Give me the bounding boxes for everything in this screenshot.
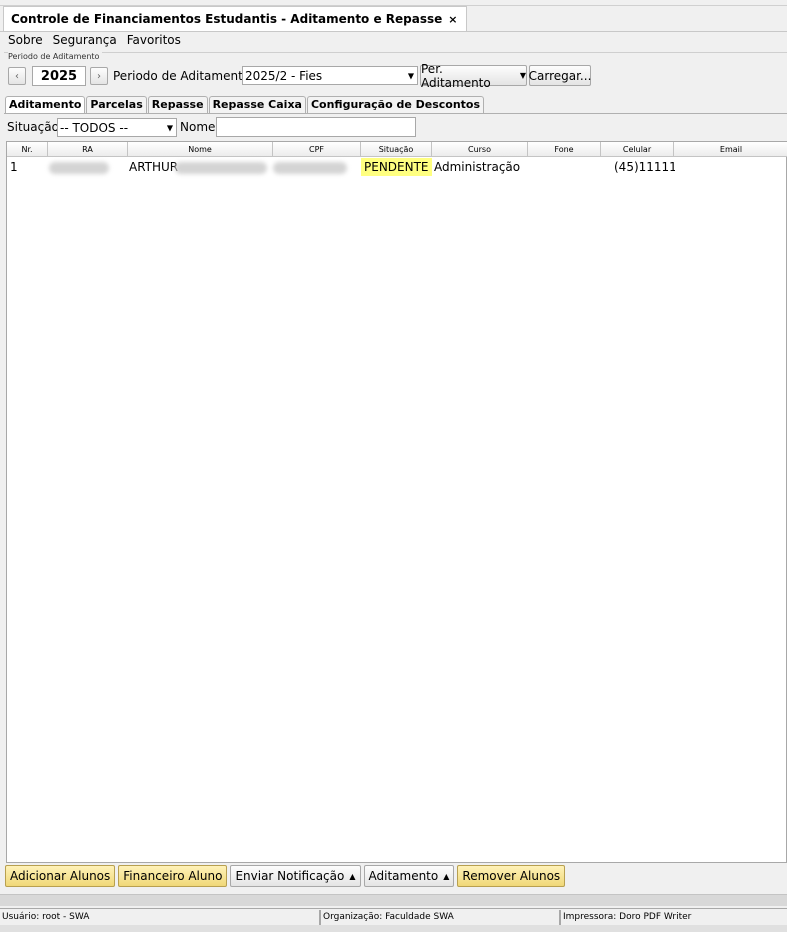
column-header-ra[interactable]: RA bbox=[48, 142, 128, 157]
next-year-button[interactable]: › bbox=[90, 67, 108, 85]
cell-celular: (45)11111-11 bbox=[614, 160, 675, 174]
year-field[interactable]: 2025 bbox=[32, 66, 86, 86]
column-header-cpf[interactable]: CPF bbox=[273, 142, 361, 157]
column-header-situacao[interactable]: Situação bbox=[361, 142, 432, 157]
periodo-select[interactable]: 2025/2 - Fies ▼ bbox=[242, 66, 418, 85]
sub-tabs-underline bbox=[4, 113, 787, 114]
action-bar: Adicionar Alunos Financeiro Aluno Enviar… bbox=[5, 865, 566, 887]
status-usuario: Usuário: root - SWA bbox=[0, 910, 320, 925]
column-header-celular[interactable]: Celular bbox=[601, 142, 674, 157]
cell-nr: 1 bbox=[10, 160, 18, 174]
redacted-cpf bbox=[273, 162, 347, 174]
table-header: Nr. RA Nome CPF Situação Curso Fone Celu… bbox=[7, 142, 787, 157]
enviar-notificacao-button[interactable]: Enviar Notificação ▲ bbox=[230, 865, 361, 887]
cell-email bbox=[674, 158, 787, 176]
tab-configuracao-descontos[interactable]: Configuração de Descontos bbox=[306, 96, 485, 113]
adicionar-alunos-button[interactable]: Adicionar Alunos bbox=[5, 865, 116, 887]
situacao-label: Situação: bbox=[7, 120, 63, 134]
periodo-select-value: 2025/2 - Fies bbox=[245, 68, 323, 83]
table-row[interactable]: 1 ARTHUR PENDENTE Administração (45)1111… bbox=[7, 158, 787, 176]
column-header-nr[interactable]: Nr. bbox=[7, 142, 48, 157]
cell-curso: Administração bbox=[434, 160, 521, 174]
tab-repasse[interactable]: Repasse bbox=[147, 96, 208, 113]
menu-seguranca[interactable]: Segurança bbox=[48, 32, 122, 48]
remover-alunos-button[interactable]: Remover Alunos bbox=[457, 865, 566, 887]
per-aditamento-button[interactable]: Per. Aditamento ▼ bbox=[420, 62, 527, 90]
column-header-nome[interactable]: Nome bbox=[128, 142, 273, 157]
window-bottom-edge bbox=[0, 925, 787, 932]
situacao-select-value: -- TODOS -- bbox=[60, 120, 129, 135]
close-tab-icon[interactable]: × bbox=[448, 13, 457, 26]
caret-up-icon: ▲ bbox=[349, 871, 356, 881]
menu-sobre[interactable]: Sobre bbox=[5, 32, 48, 48]
column-header-email[interactable]: Email bbox=[674, 142, 787, 157]
status-organizacao: Organização: Faculdade SWA bbox=[320, 910, 560, 925]
periodo-legend: Periodo de Aditamento bbox=[8, 52, 103, 62]
dropdown-caret-icon: ▼ bbox=[519, 71, 526, 80]
cell-situacao: PENDENTE bbox=[361, 158, 432, 176]
dropdown-caret-icon: ▼ bbox=[166, 123, 173, 132]
financeiro-aluno-button[interactable]: Financeiro Aluno bbox=[118, 865, 228, 887]
aditamento-button[interactable]: Aditamento ▲ bbox=[363, 865, 455, 887]
tab-repasse-caixa[interactable]: Repasse Caixa bbox=[208, 96, 306, 113]
situacao-select[interactable]: -- TODOS -- ▼ bbox=[57, 118, 177, 137]
horizontal-scrollbar[interactable] bbox=[0, 894, 787, 906]
carregar-button[interactable]: Carregar... bbox=[529, 65, 591, 86]
column-header-curso[interactable]: Curso bbox=[432, 142, 528, 157]
periodo-label: Periodo de Aditamento: bbox=[113, 69, 255, 83]
menu-favoritos[interactable]: Favoritos bbox=[122, 32, 186, 48]
caret-up-icon: ▲ bbox=[443, 871, 450, 881]
tab-parcelas[interactable]: Parcelas bbox=[86, 96, 147, 113]
status-bar: Usuário: root - SWA Organização: Faculda… bbox=[0, 908, 787, 925]
students-table: Nr. RA Nome CPF Situação Curso Fone Celu… bbox=[6, 141, 787, 863]
enviar-notificacao-label: Enviar Notificação bbox=[235, 869, 345, 883]
menu-bar: Sobre Segurança Favoritos bbox=[5, 32, 186, 48]
aditamento-label: Aditamento bbox=[368, 869, 439, 883]
document-tab[interactable]: Controle de Financiamentos Estudantis - … bbox=[3, 6, 467, 31]
dropdown-caret-icon: ▼ bbox=[407, 71, 414, 80]
status-impressora: Impressora: Doro PDF Writer bbox=[560, 910, 787, 925]
nome-input[interactable] bbox=[216, 117, 416, 137]
document-tab-title: Controle de Financiamentos Estudantis - … bbox=[11, 12, 443, 26]
tab-aditamento[interactable]: Aditamento bbox=[5, 96, 86, 113]
column-header-fone[interactable]: Fone bbox=[528, 142, 601, 157]
cell-fone bbox=[528, 158, 601, 176]
nome-label: Nome: bbox=[180, 120, 220, 134]
sub-tabs: Aditamento Parcelas Repasse Repasse Caix… bbox=[5, 96, 485, 113]
redacted-nome bbox=[175, 162, 267, 174]
per-aditamento-label: Per. Aditamento bbox=[421, 61, 491, 90]
redacted-ra bbox=[49, 162, 109, 174]
prev-year-button[interactable]: ‹ bbox=[8, 67, 26, 85]
